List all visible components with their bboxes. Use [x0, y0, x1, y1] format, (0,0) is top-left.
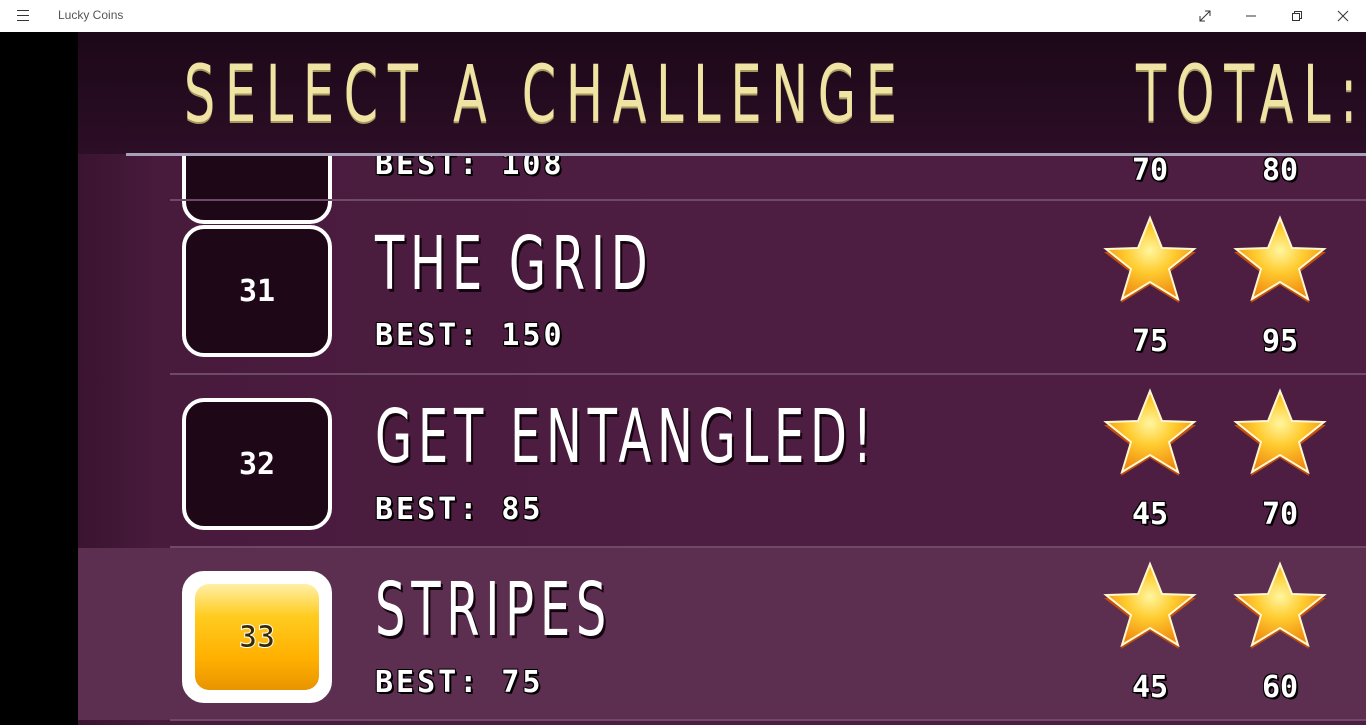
challenge-name: STRIPES [375, 567, 613, 653]
challenge-name: GET ENTANGLED! [375, 394, 878, 480]
star-icon [1103, 217, 1197, 304]
close-icon [1337, 10, 1349, 22]
star-icon [1233, 217, 1327, 304]
challenge-row[interactable]: 31 THE GRID BEST: 150 75 95 [78, 201, 1366, 373]
header-bar: SELECT A CHALLENGE TOTAL: 7, [78, 32, 1366, 154]
star-threshold-1: 75 [1131, 324, 1169, 359]
star-threshold-1: 45 [1131, 497, 1169, 532]
hamburger-menu-icon[interactable] [10, 5, 36, 27]
level-button[interactable]: 31 [182, 225, 332, 357]
partial-star-value-1: 70 [1131, 153, 1169, 188]
total-score: TOTAL: 7, [1136, 50, 1366, 140]
star-threshold-2: 95 [1261, 324, 1299, 359]
page-title: SELECT A CHALLENGE [184, 50, 907, 140]
challenge-best: BEST: 150 [375, 318, 565, 353]
close-button[interactable] [1320, 0, 1366, 32]
header-divider [126, 153, 1366, 156]
minimize-icon [1246, 15, 1256, 17]
star-icon [1233, 563, 1327, 650]
title-bar: Lucky Coins [0, 0, 1366, 32]
challenge-row[interactable]: 32 GET ENTANGLED! BEST: 85 45 70 [78, 375, 1366, 547]
star-threshold-2: 70 [1261, 497, 1299, 532]
row-divider [170, 719, 1366, 721]
challenge-row-selected[interactable]: 33 STRIPES BEST: 75 45 60 [78, 548, 1366, 720]
challenge-best: BEST: 75 [375, 665, 544, 700]
level-button[interactable]: 32 [182, 398, 332, 530]
star-icon [1103, 563, 1197, 650]
restore-icon [1292, 11, 1302, 21]
minimize-button[interactable] [1228, 0, 1274, 32]
level-number: 33 [238, 619, 276, 655]
challenge-name: THE GRID [375, 221, 654, 307]
partial-star-value-2: 80 [1261, 153, 1299, 188]
fullscreen-button[interactable] [1182, 0, 1228, 32]
expand-icon [1199, 10, 1211, 22]
game-area: BEST: 108 70 80 SELECT A CHALLENGE TOTAL… [78, 32, 1366, 725]
star-icon [1103, 390, 1197, 477]
restore-button[interactable] [1274, 0, 1320, 32]
level-number: 31 [238, 273, 276, 309]
star-threshold-2: 60 [1261, 670, 1299, 705]
challenge-best: BEST: 85 [375, 492, 544, 527]
window-title: Lucky Coins [58, 8, 124, 22]
level-number: 32 [238, 446, 276, 482]
star-icon [1233, 390, 1327, 477]
level-button-selected[interactable]: 33 [182, 571, 332, 703]
star-threshold-1: 45 [1131, 670, 1169, 705]
